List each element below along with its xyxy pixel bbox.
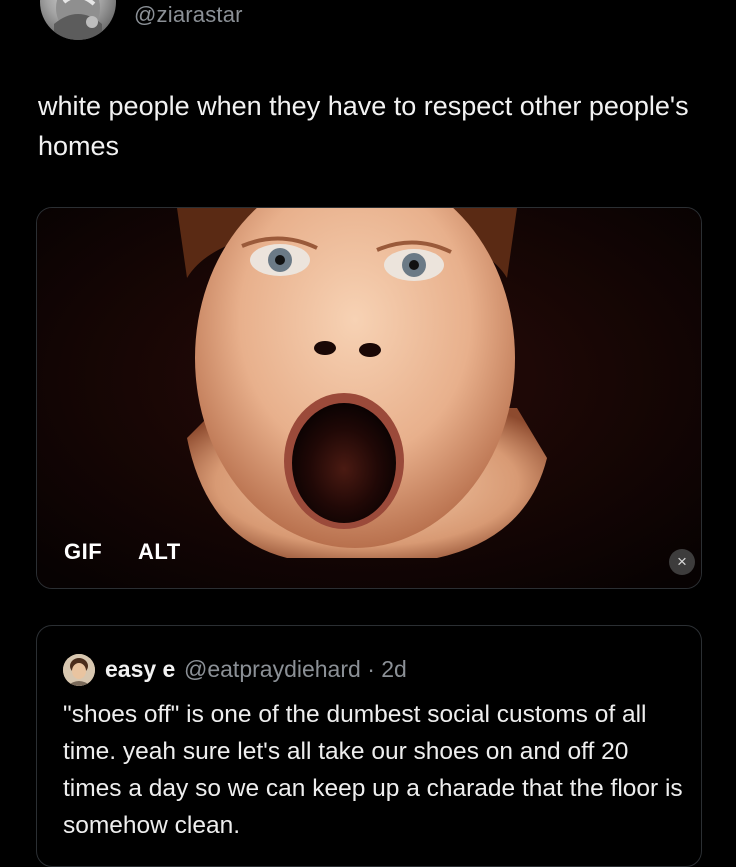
quoted-author-handle[interactable]: @eatpraydiehard: [184, 656, 361, 682]
tweet-media-gif[interactable]: GIF ALT ×: [36, 207, 702, 589]
author-avatar[interactable]: [40, 0, 116, 40]
gif-badge: GIF: [64, 539, 103, 564]
tweet-text: white people when they have to respect o…: [38, 91, 689, 161]
close-icon[interactable]: ×: [669, 549, 695, 575]
quoted-tweet[interactable]: easy e @eatpraydiehard · 2d "shoes off" …: [36, 625, 702, 867]
gif-image: [37, 208, 701, 588]
quoted-tweet-time[interactable]: 2d: [381, 656, 407, 682]
author-avatar-image: [54, 0, 102, 40]
alt-text-button[interactable]: ALT: [138, 539, 181, 565]
quoted-tweet-text: "shoes off" is one of the dumbest social…: [63, 701, 683, 839]
quoted-author-avatar-image: [63, 654, 95, 686]
quoted-author-meta: @eatpraydiehard · 2d: [184, 656, 407, 683]
quoted-author-name[interactable]: easy e: [105, 656, 175, 683]
author-handle[interactable]: @ziarastar: [134, 2, 243, 28]
meta-separator: ·: [367, 656, 375, 682]
quoted-author-avatar[interactable]: [63, 654, 95, 686]
tweet-header: @ziarastar: [0, 0, 736, 40]
